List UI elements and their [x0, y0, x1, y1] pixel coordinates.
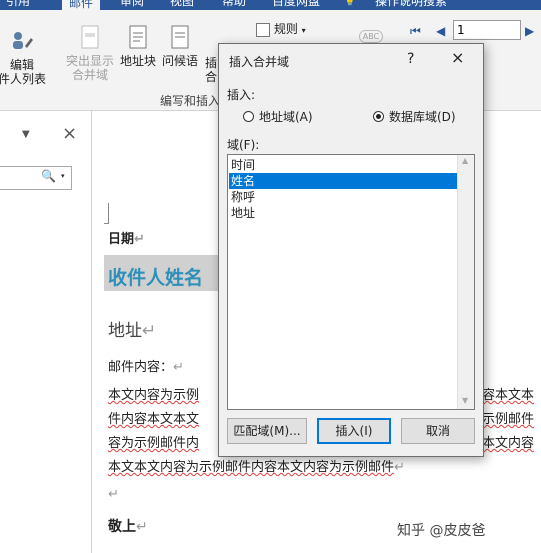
preview-results-button[interactable]: ABC	[356, 28, 386, 44]
body-line-1: 本文内容为示例	[108, 384, 199, 403]
tell-me-search[interactable]: 操作说明搜索	[375, 0, 447, 8]
rules-icon	[256, 22, 270, 37]
lightbulb-icon: 💡	[343, 0, 357, 7]
tab-baidu-netdisk[interactable]: 百度网盘	[272, 0, 320, 8]
body-line-2: 件内容本文本文	[108, 408, 199, 427]
paragraph-mark: ↵	[136, 519, 148, 535]
database-fields-radio[interactable]: 数据库域(D)	[373, 108, 456, 125]
write-insert-group-label: 编写和插入	[160, 94, 221, 108]
body-line-3: 容为示例邮件内	[108, 432, 199, 451]
tab-references[interactable]: 引用	[6, 0, 30, 8]
ribbon-tab-bar: 引用 邮件 审阅 视图 帮助 百度网盘 💡 操作说明搜索	[0, 0, 541, 10]
fields-label: 域(F):	[227, 138, 260, 152]
help-icon[interactable]: ?	[407, 51, 414, 67]
tab-view[interactable]: 视图	[170, 0, 194, 8]
dialog-title: 插入合并域	[229, 55, 290, 69]
address-fields-radio[interactable]: 地址域(A)	[243, 108, 313, 125]
match-fields-button[interactable]: 匹配域(M)...	[227, 418, 307, 444]
tab-help[interactable]: 帮助	[222, 0, 246, 8]
address-block-label: 地址块	[119, 54, 156, 68]
address-text: 地址	[108, 321, 142, 341]
mail-content-label: 邮件内容：↵	[108, 356, 184, 375]
highlight-label-2: 合并域	[71, 68, 108, 82]
greeting-line-icon	[171, 25, 189, 49]
edit-recipients-icon	[13, 32, 33, 49]
scroll-down-icon[interactable]: ▼	[462, 396, 468, 405]
insert-label: 插入:	[227, 88, 256, 102]
fields-scrollbar[interactable]: ▲ ▼	[457, 155, 474, 409]
tab-review[interactable]: 审阅	[120, 0, 144, 8]
pane-close-icon[interactable]: ×	[62, 123, 77, 144]
body-line-3-right: 本文内容	[482, 432, 534, 451]
paragraph-mark: ↵	[173, 360, 184, 375]
pane-options-chevron-icon[interactable]: ▼	[22, 129, 30, 140]
paragraph-mark: ↵	[134, 232, 145, 247]
tab-mailings[interactable]: 邮件	[62, 0, 101, 10]
closing-text: 敬上↵	[108, 516, 148, 536]
preview-abc-icon: ABC	[358, 30, 384, 43]
close-icon[interactable]: ×	[451, 48, 464, 67]
chevron-down-icon: ▾	[301, 26, 306, 35]
body-line-1-text: 本文内容为示例	[108, 388, 200, 403]
body-line-3-text: 容为示例邮件内	[108, 436, 200, 451]
date-text: 日期	[108, 232, 135, 247]
greeting-line-button[interactable]: 问候语	[160, 24, 200, 68]
empty-paragraph-mark: ↵	[108, 487, 119, 502]
address-block-button[interactable]: 地址块	[118, 24, 158, 68]
cancel-button[interactable]: 取消	[401, 418, 475, 444]
date-merge-field[interactable]: 日期↵	[108, 228, 145, 247]
database-fields-label: 数据库域(D)	[389, 110, 456, 124]
watermark-text: 知乎 @皮皮爸	[397, 523, 486, 539]
body-line-1-right-text: 容本文本	[482, 388, 535, 403]
body-line-3-right-text: 本文内容	[482, 436, 535, 451]
body-line-4-text: 本文本文内容为示例邮件内容本文内容为示例邮件	[108, 460, 395, 475]
first-record-icon[interactable]: ⏮	[410, 24, 421, 39]
list-item-selected[interactable]: 姓名	[229, 173, 460, 189]
address-fields-label: 地址域(A)	[259, 110, 313, 124]
fields-listbox[interactable]: 时间 姓名 称呼 地址 ▲ ▼	[227, 154, 475, 410]
radio-button[interactable]	[243, 111, 254, 122]
record-number-input[interactable]	[453, 20, 521, 40]
search-icon[interactable]: 🔍	[41, 169, 56, 183]
radio-button-selected[interactable]	[373, 111, 384, 122]
recipient-name-field[interactable]: 收件人姓名	[108, 263, 203, 290]
closing-label: 敬上	[108, 519, 136, 535]
body-line-4: 本文本文内容为示例邮件内容本文内容为示例邮件↵	[108, 456, 405, 475]
navigation-pane: ▼ × 🔍 ▾	[0, 111, 92, 553]
mail-content-text: 邮件内容：	[108, 360, 174, 375]
body-line-2-right: 示例邮件	[482, 408, 534, 427]
margin-corner-mark	[104, 203, 109, 224]
paragraph-mark: ↵	[142, 321, 157, 341]
edit-recipients-label-1: 编辑	[9, 58, 34, 72]
rules-button[interactable]: 规则 ▾	[256, 22, 316, 38]
previous-record-icon[interactable]: ◀	[436, 24, 445, 38]
highlight-merge-fields-button[interactable]: 突出显示 合并域	[64, 24, 116, 82]
insert-merge-field-dialog: 插入合并域 ? × 插入: 地址域(A) 数据库域(D) 域(F): 时间 姓名…	[218, 43, 484, 457]
rules-label: 规则	[273, 22, 298, 36]
list-item[interactable]: 地址	[229, 205, 460, 221]
address-field[interactable]: 地址↵	[108, 316, 156, 341]
edit-recipients-label-2: 件人列表	[0, 72, 46, 86]
paragraph-mark: ↵	[394, 460, 405, 475]
list-item[interactable]: 称呼	[229, 189, 460, 205]
greeting-line-label: 问候语	[161, 54, 198, 68]
body-line-2-text: 件内容本文本文	[108, 412, 200, 427]
highlight-fields-icon	[81, 25, 99, 49]
scroll-up-icon[interactable]: ▲	[462, 156, 468, 165]
navigation-search-input[interactable]: 🔍 ▾	[0, 166, 72, 190]
search-dropdown-chevron-icon[interactable]: ▾	[61, 172, 65, 180]
list-item[interactable]: 时间	[229, 157, 460, 173]
insert-merge-field-label-2: 合	[204, 70, 217, 84]
insert-merge-field-label-1: 插	[204, 56, 217, 70]
body-line-1-right: 容本文本	[482, 384, 534, 403]
insert-button[interactable]: 插入(I)	[317, 418, 391, 444]
body-line-2-right-text: 示例邮件	[482, 412, 535, 427]
highlight-label-1: 突出显示	[65, 54, 114, 68]
insert-merge-field-button-partial[interactable]: 插 合	[204, 56, 218, 84]
address-block-icon	[129, 25, 147, 49]
edit-recipient-list-button[interactable]: 编辑 件人列表	[0, 28, 48, 86]
next-record-icon[interactable]: ▶	[525, 24, 534, 38]
